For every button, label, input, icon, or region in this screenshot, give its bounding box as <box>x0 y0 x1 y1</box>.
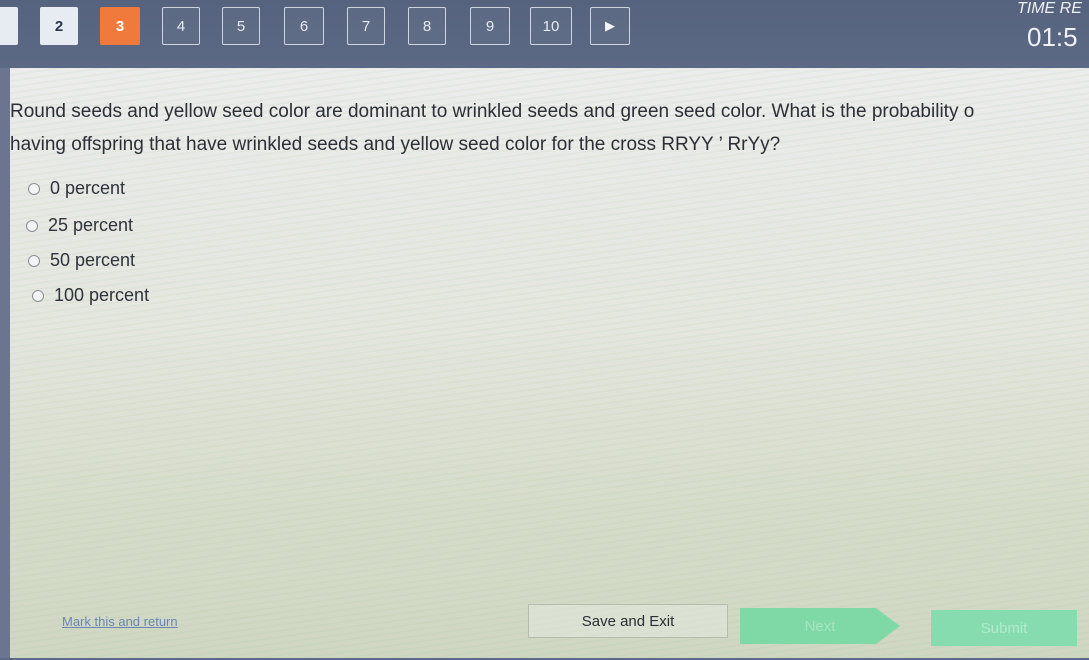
mark-and-return-link[interactable]: Mark this and return <box>62 614 178 629</box>
question-line-1: Round seeds and yellow seed color are do… <box>10 101 975 122</box>
answer-option-label: 0 percent <box>50 178 126 198</box>
save-and-exit-button[interactable]: Save and Exit <box>528 604 728 638</box>
answer-option-label: 100 percent <box>54 285 150 305</box>
question-nav-10[interactable]: 10 <box>530 7 572 45</box>
next-page-arrow-icon[interactable]: ▶ <box>590 7 630 45</box>
radio-button-icon[interactable] <box>26 219 38 232</box>
question-navigation-bar: 2 3 4 5 6 7 8 9 10 ▶ TIME RE 01:5 <box>0 0 1089 68</box>
answer-option-label: 50 percent <box>50 250 136 270</box>
radio-button-icon[interactable] <box>28 182 40 195</box>
next-button[interactable]: Next <box>740 608 900 644</box>
question-nav-2[interactable]: 2 <box>40 7 78 45</box>
question-nav-3[interactable]: 3 <box>100 7 140 45</box>
time-remaining-label: TIME RE <box>1017 0 1082 17</box>
submit-button[interactable]: Submit <box>931 610 1077 646</box>
time-remaining-value: 01:5 <box>1027 22 1078 52</box>
answer-option-100-percent[interactable]: 100 percent <box>32 285 149 306</box>
quiz-screen: 2 3 4 5 6 7 8 9 10 ▶ TIME RE 01:5 Round … <box>0 0 1089 660</box>
question-nav-6[interactable]: 6 <box>284 7 324 45</box>
radio-button-icon[interactable] <box>28 254 40 267</box>
radio-button-icon[interactable] <box>32 289 44 302</box>
question-nav-4[interactable]: 4 <box>162 7 200 45</box>
question-text: Round seeds and yellow seed color are do… <box>10 95 1089 161</box>
question-nav-5[interactable]: 5 <box>222 7 260 45</box>
question-line-2: having offspring that have wrinkled seed… <box>10 134 781 155</box>
answer-option-0-percent[interactable]: 0 percent <box>28 178 125 199</box>
answer-option-25-percent[interactable]: 25 percent <box>26 215 133 236</box>
question-nav-9[interactable]: 9 <box>470 7 510 45</box>
answer-option-50-percent[interactable]: 50 percent <box>28 250 135 271</box>
question-panel: Round seeds and yellow seed color are do… <box>0 68 1089 658</box>
question-nav-7[interactable]: 7 <box>347 7 385 45</box>
answer-option-label: 25 percent <box>48 215 134 235</box>
question-nav-8[interactable]: 8 <box>408 7 446 45</box>
question-nav-1[interactable] <box>0 7 18 45</box>
